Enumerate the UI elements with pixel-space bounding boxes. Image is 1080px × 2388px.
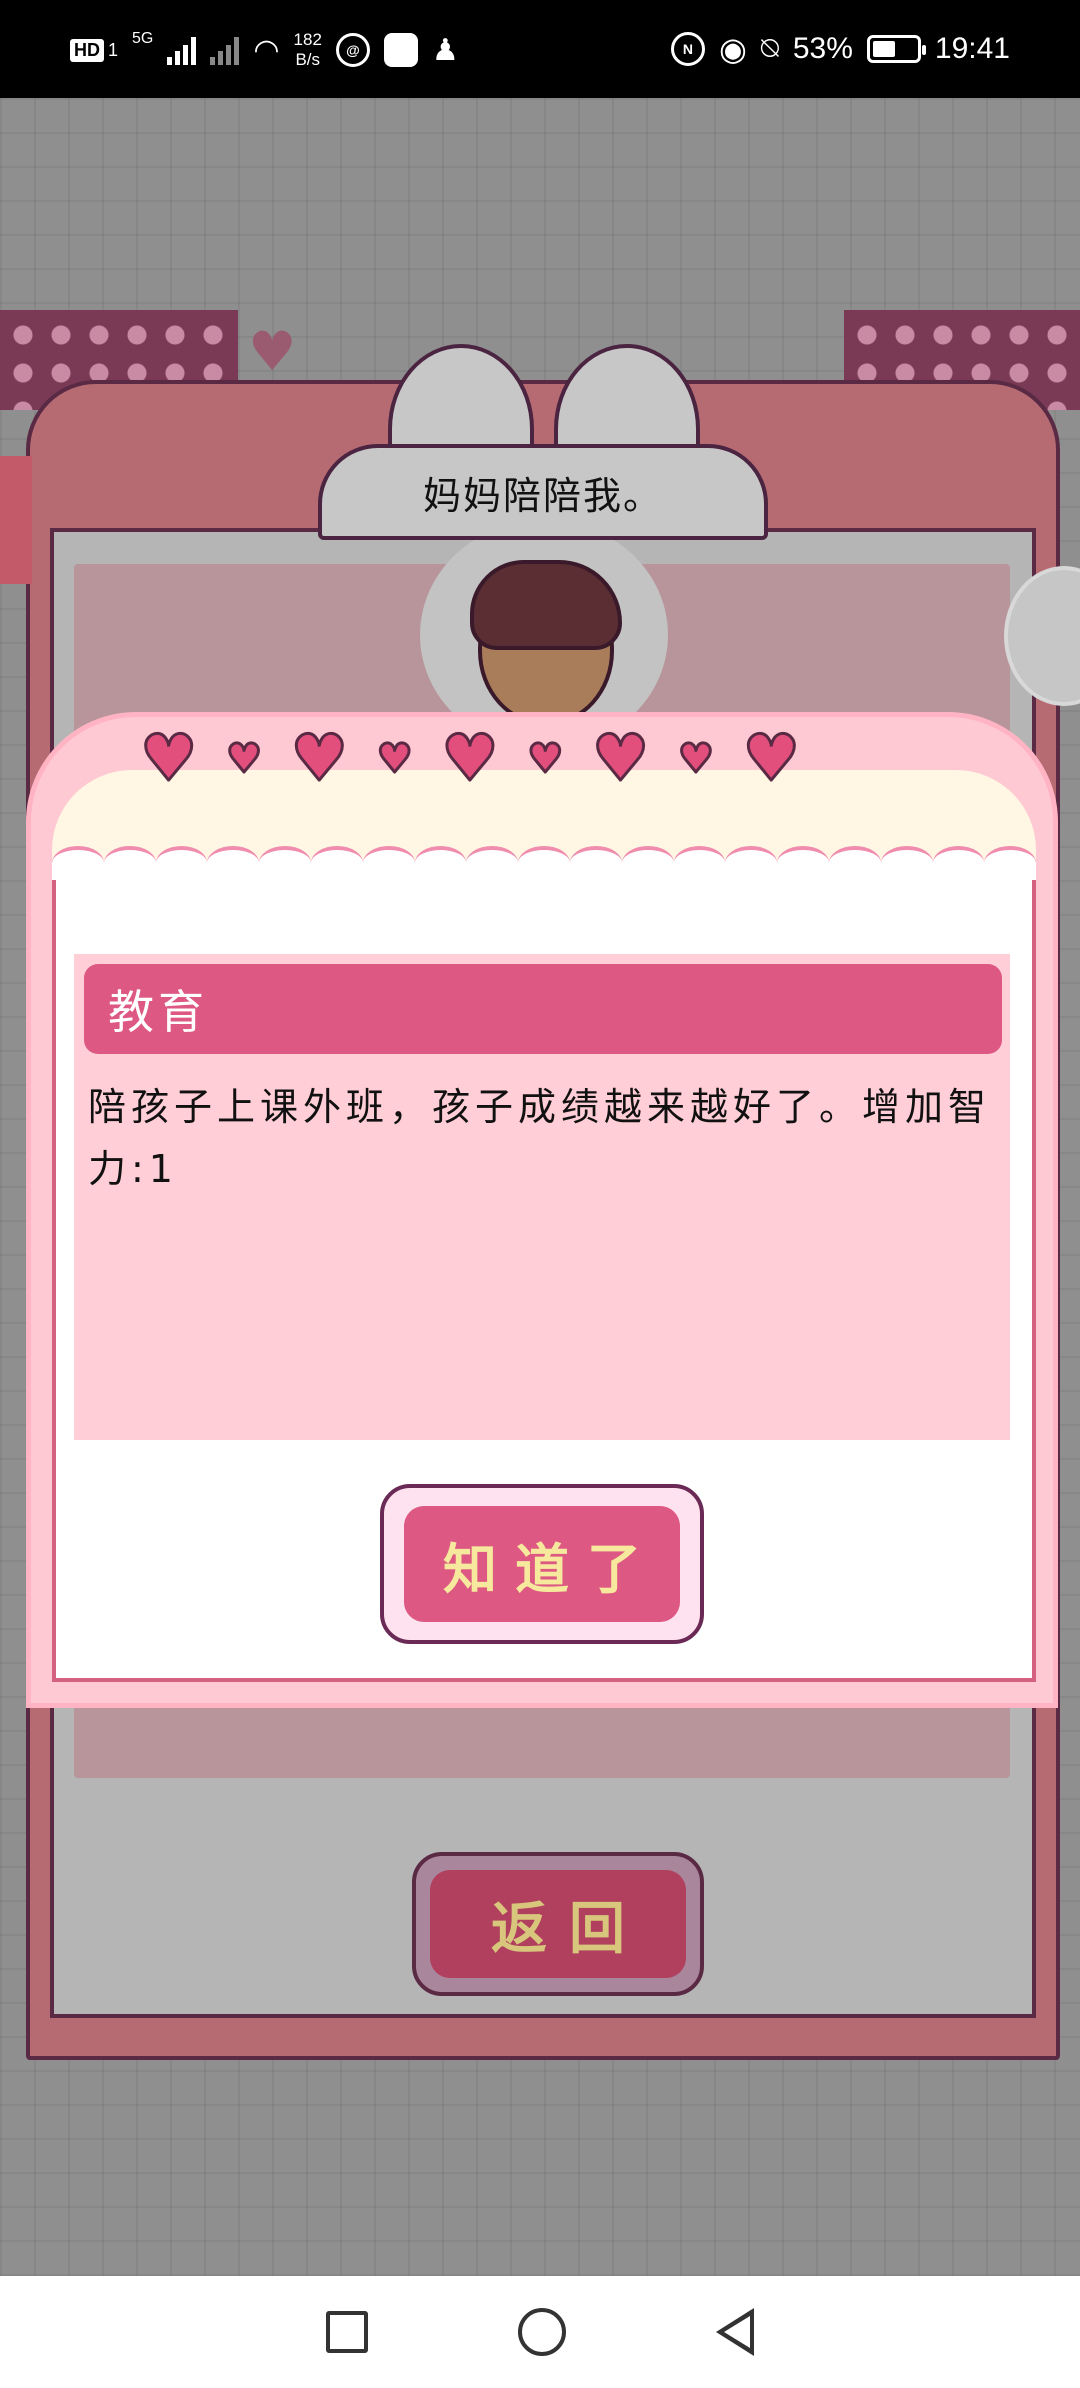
heart-icon: ♥ [526, 736, 565, 782]
bag-app-icon [383, 33, 418, 67]
eye-icon: ◉ [718, 31, 747, 67]
scallop [932, 846, 985, 880]
dialog-message: 陪孩子上课外班，孩子成绩越来越好了。增加智力:1 [88, 1085, 992, 1191]
mute-bell-icon: ⍉ [760, 32, 779, 65]
scallop [207, 846, 260, 880]
scallop [673, 846, 726, 880]
scallop [362, 846, 415, 880]
scallop [310, 846, 363, 880]
heart-icon: ♥ [248, 320, 297, 383]
scallop [880, 846, 933, 880]
heart-icon: ♥ [741, 722, 801, 796]
recent-apps-icon[interactable] [326, 2311, 368, 2353]
scallop [103, 846, 156, 880]
speech-text: 妈妈陪陪我。 [422, 473, 663, 518]
heart-icon: ♥ [289, 722, 349, 796]
scallop [259, 846, 311, 880]
scallop [828, 846, 881, 880]
nfc-icon: N [670, 32, 705, 66]
swirl-app-icon: @ [335, 33, 370, 67]
heart-icon: ♥ [677, 736, 716, 782]
scallop [155, 846, 208, 880]
wifi-icon: ◠ [253, 33, 280, 67]
child-hair [470, 560, 622, 650]
status-left: HD 1 5G ◠ 182 B/s @ ♟ [70, 30, 459, 70]
scallop [569, 846, 622, 880]
scallop [414, 846, 467, 880]
dialog-title: 教育 [84, 964, 1002, 1054]
qq-penguin-icon: ♟ [431, 33, 459, 67]
back-icon[interactable] [716, 2308, 754, 2356]
scallop [518, 846, 570, 880]
speech-bubble: 妈妈陪陪我。 [318, 444, 768, 540]
scallop [466, 846, 519, 880]
battery-icon [866, 35, 926, 63]
confirm-button-label: 知道了 [404, 1506, 680, 1622]
battery-percent: 53% [792, 32, 853, 65]
hd-icon: HD [70, 38, 104, 62]
no-signal-icon [210, 35, 240, 65]
status-bar: HD 1 5G ◠ 182 B/s @ ♟ N ◉ ⍉ 53% 19:41 [0, 0, 1080, 98]
heart-icon: ♥ [225, 736, 264, 782]
scallop [777, 846, 829, 880]
home-icon[interactable] [518, 2308, 566, 2356]
left-tab [0, 456, 32, 584]
speed-unit: B/s [295, 50, 321, 69]
heart-icon: ♥ [440, 722, 500, 796]
confirm-button[interactable]: 知道了 [380, 1484, 704, 1644]
heart-icon: ♥ [138, 722, 198, 796]
scallop [725, 846, 778, 880]
network-speed: 182 B/s [294, 30, 322, 70]
back-button-label: 返回 [430, 1870, 686, 1978]
clock: 19:41 [934, 32, 1010, 65]
heart-row: ♥ ♥ ♥ ♥ ♥ ♥ ♥ ♥ ♥ [138, 722, 801, 796]
scallop [984, 846, 1037, 880]
5g-signal-icon [167, 35, 197, 65]
heart-icon: ♥ [375, 736, 414, 782]
navigation-bar [0, 2276, 1080, 2388]
status-right: N ◉ ⍉ 53% 19:41 [670, 30, 1010, 68]
battery-fill [872, 41, 895, 57]
scallop-border [52, 846, 1037, 880]
sim-label: 1 [108, 39, 119, 60]
5g-label: 5G [132, 30, 154, 47]
speed-value: 182 [293, 30, 322, 49]
back-button[interactable]: 返回 [412, 1852, 704, 1996]
scallop [52, 846, 104, 880]
heart-icon: ♥ [590, 722, 650, 796]
scallop [621, 846, 674, 880]
